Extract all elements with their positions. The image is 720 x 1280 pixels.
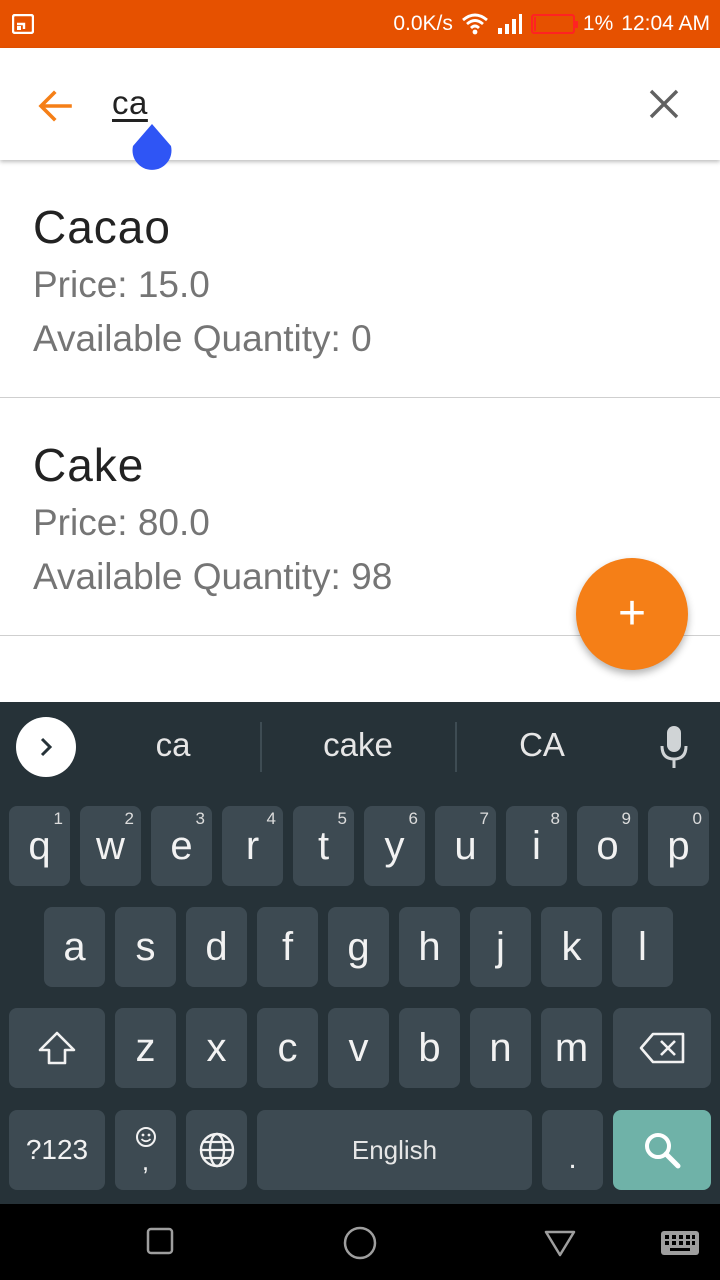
backspace-icon [639,1032,685,1064]
close-icon[interactable] [646,86,682,122]
cast-icon [12,14,34,34]
expand-suggestions-button[interactable] [16,717,76,777]
key-label: u [454,823,477,868]
search-key[interactable] [613,1110,711,1190]
microphone-icon[interactable] [658,724,690,770]
key-j[interactable]: j [470,907,531,987]
keyboard-switch-icon[interactable] [660,1230,700,1256]
key-n[interactable]: n [470,1008,531,1088]
key-label: p [667,823,690,868]
suggestion-2[interactable]: cake [283,726,433,764]
backspace-key[interactable] [613,1008,711,1088]
plus-icon: + [617,587,647,640]
item-quantity: Available Quantity: 0 [33,318,372,359]
key-label: w [96,823,125,868]
key-q[interactable]: q1 [9,806,70,886]
key-x[interactable]: x [186,1008,247,1088]
suggestion-3[interactable]: CA [467,726,617,764]
list-item[interactable]: Cacao Price: 15.0 Available Quantity: 0 [0,160,720,398]
key-hint: 0 [692,809,702,828]
comma-label: , [141,1146,150,1176]
shift-icon [38,1031,76,1065]
wifi-icon [462,13,488,35]
clock: 12:04 AM [621,12,710,35]
search-toolbar: ca [0,48,720,160]
suggestion-divider [260,722,262,772]
key-label: y [384,823,405,868]
suggestion-divider [455,722,457,772]
key-label: q [28,823,51,868]
suggestion-1[interactable]: ca [98,726,248,764]
battery-icon [530,14,578,34]
shift-key[interactable] [9,1008,105,1088]
key-b[interactable]: b [399,1008,460,1088]
chevron-right-icon [40,737,53,757]
key-z[interactable]: z [115,1008,176,1088]
home-icon[interactable] [342,1225,378,1261]
key-i[interactable]: i8 [506,806,567,886]
language-key[interactable] [186,1110,247,1190]
add-item-button[interactable]: + [576,558,688,670]
key-f[interactable]: f [257,907,318,987]
key-a[interactable]: a [44,907,105,987]
key-label: i [532,823,541,868]
search-input[interactable]: ca [112,84,148,122]
symbols-key[interactable]: ?123 [9,1110,105,1190]
key-hint: 3 [195,809,205,828]
space-key[interactable]: English [257,1110,532,1190]
key-p[interactable]: p0 [648,806,709,886]
suggestion-strip: ca cake CA [0,702,720,794]
item-name: Cacao [33,201,171,253]
emoji-comma-key[interactable]: , [115,1110,176,1190]
key-label: o [596,823,619,868]
key-o[interactable]: o9 [577,806,638,886]
key-s[interactable]: s [115,907,176,987]
text-cursor-handle[interactable] [131,124,173,176]
key-r[interactable]: r4 [222,806,283,886]
arrow-left-icon[interactable] [32,84,80,128]
key-label: e [170,823,193,868]
recents-icon[interactable] [146,1226,174,1256]
key-hint: 9 [621,809,631,828]
key-hint: 6 [408,809,418,828]
key-label: t [317,823,330,868]
key-e[interactable]: e3 [151,806,212,886]
item-price: Price: 15.0 [33,264,210,305]
key-v[interactable]: v [328,1008,389,1088]
key-hint: 1 [53,809,63,828]
key-t[interactable]: t5 [293,806,354,886]
navigation-bar [0,1204,720,1280]
key-k[interactable]: k [541,907,602,987]
signal-icon [497,14,522,34]
key-u[interactable]: u7 [435,806,496,886]
battery-percent: 1% [582,12,614,35]
battery-fill [533,17,536,31]
key-hint: 2 [124,809,134,828]
key-l[interactable]: l [612,907,673,987]
back-triangle-icon[interactable] [543,1228,577,1258]
key-label: r [245,823,260,868]
globe-icon [199,1132,234,1168]
key-hint: 7 [479,809,489,828]
key-w[interactable]: w2 [80,806,141,886]
key-h[interactable]: h [399,907,460,987]
key-c[interactable]: c [257,1008,318,1088]
key-y[interactable]: y6 [364,806,425,886]
soft-keyboard: ca cake CA q1w2e3r4t5y6u7i8o9p0 asdfghjk… [0,702,720,1204]
period-key[interactable]: . [542,1110,603,1190]
search-icon [645,1133,681,1169]
key-d[interactable]: d [186,907,247,987]
item-quantity: Available Quantity: 98 [33,556,393,597]
key-hint: 4 [266,809,276,828]
status-bar: 0.0K/s 1% 12:04 AM [0,0,720,48]
key-hint: 8 [550,809,560,828]
item-price: Price: 80.0 [33,502,210,543]
app-screen: 0.0K/s 1% 12:04 AM ca Cacao Price: 15.0 … [0,0,720,1280]
emoji-icon [135,1127,156,1147]
key-hint: 5 [337,809,347,828]
key-g[interactable]: g [328,907,389,987]
key-m[interactable]: m [541,1008,602,1088]
net-speed: 0.0K/s [393,12,453,35]
item-name: Cake [33,439,145,491]
